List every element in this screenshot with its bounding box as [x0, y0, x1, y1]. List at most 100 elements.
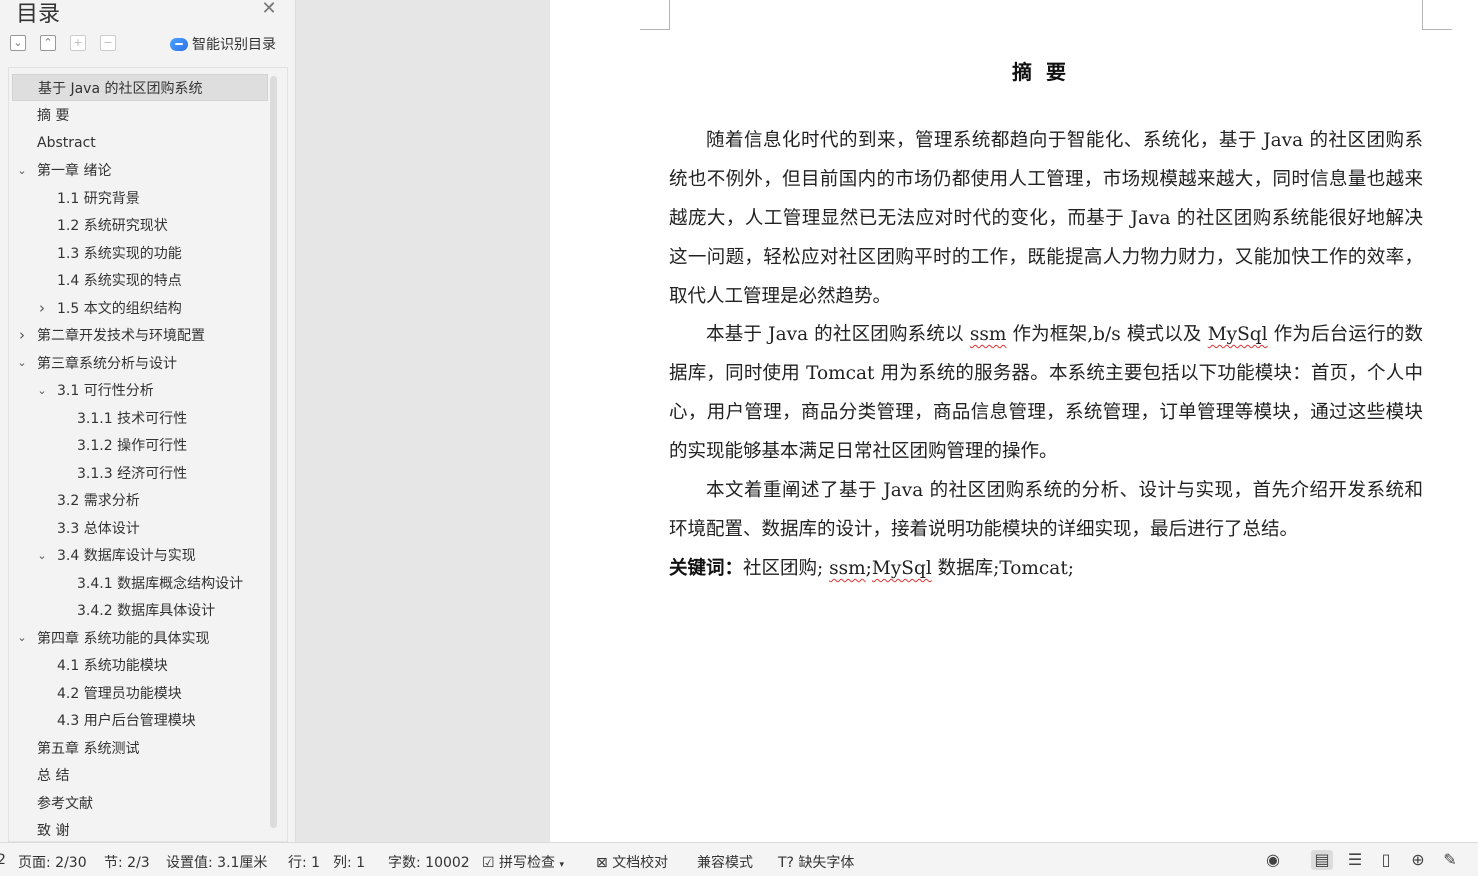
- toc-item-label: 第四章 系统功能的具体实现: [37, 630, 210, 647]
- toc-item-label: 3.1.2 操作可行性: [77, 438, 188, 454]
- smart-toc-label: 智能识别目录: [192, 37, 276, 53]
- toc-item-label: 3.4.2 数据库具体设计: [77, 603, 216, 619]
- toc-item[interactable]: 3.4.1 数据库概念结构设计: [12, 569, 268, 596]
- toc-item-label: 第一章 绪论: [37, 163, 112, 179]
- toc-item[interactable]: ⌄ 第四章 系统功能的具体实现: [12, 624, 268, 651]
- toc-item[interactable]: 1.3 系统实现的功能: [12, 239, 268, 266]
- spellcheck-flagged-word: ssm: [829, 558, 866, 579]
- toc-item-label: 3.4 数据库设计与实现: [57, 548, 196, 564]
- reading-view-icon[interactable]: ▯: [1375, 850, 1397, 870]
- chevron-right-icon[interactable]: ›: [36, 299, 48, 317]
- toc-scrollbar[interactable]: [270, 76, 277, 828]
- spell-check-icon: ☑: [482, 855, 495, 871]
- toc-list: 基于 Java 的社区团购系统摘 要 Abstract ⌄ 第一章 绪论 1.1 研究背…: [8, 67, 288, 842]
- chevron-down-icon[interactable]: ⌄: [16, 164, 28, 177]
- toc-item[interactable]: 1.4 系统实现的特点: [12, 267, 268, 294]
- toc-item-label: 基于 Java 的社区团购系统: [38, 80, 203, 97]
- toc-item-label: 第二章开发技术与环境配置: [37, 328, 205, 344]
- toc-item[interactable]: 基于 Java 的社区团购系统: [12, 74, 268, 101]
- toc-item[interactable]: 致 谢: [12, 817, 268, 844]
- toc-item[interactable]: › 第二章开发技术与环境配置: [12, 322, 268, 349]
- smart-toc-button[interactable]: 智能识别目录: [170, 33, 276, 55]
- toc-item[interactable]: › 1.5 本文的组织结构: [12, 294, 268, 321]
- collapse-all-icon[interactable]: ⌃: [40, 35, 56, 51]
- toc-item-label: 3.1.1 技术可行性: [77, 410, 188, 427]
- toc-item[interactable]: 4.2 管理员功能模块: [12, 679, 268, 706]
- chevron-down-icon[interactable]: ⌄: [16, 356, 28, 369]
- page-view-icon[interactable]: ▤: [1311, 850, 1333, 870]
- toc-item[interactable]: ⌄ 3.1 可行性分析: [12, 377, 268, 404]
- keywords-label: 关键词：: [669, 558, 744, 579]
- toc-item[interactable]: 摘 要: [12, 102, 268, 129]
- toc-item[interactable]: 第五章 系统测试: [12, 734, 268, 761]
- doc-proof-icon: ⊠: [596, 855, 608, 871]
- expand-all-icon[interactable]: ⌄: [10, 35, 26, 51]
- toc-item[interactable]: ⌄ 第三章系统分析与设计: [12, 349, 268, 376]
- chevron-down-icon[interactable]: ⌄: [36, 384, 48, 397]
- toc-item[interactable]: 3.1.3 经济可行性: [12, 459, 268, 486]
- text-run: 作为框架,b/s 模式以及: [1006, 324, 1208, 345]
- text-run: 数据库;Tomcat;: [931, 558, 1074, 579]
- toc-item-label: 4.3 用户后台管理模块: [57, 713, 196, 729]
- toc-item[interactable]: 3.3 总体设计: [12, 514, 268, 541]
- keywords-values: 社区团购; ssm;MySql 数据库;Tomcat;: [743, 558, 1074, 579]
- status-row[interactable]: 行: 1: [288, 852, 320, 872]
- compat-mode-label[interactable]: 兼容模式: [697, 852, 753, 872]
- toc-item-label: 总 结: [37, 768, 70, 784]
- eye-protection-icon[interactable]: ◉: [1262, 850, 1284, 870]
- toc-item-label: 3.4.1 数据库概念结构设计: [77, 575, 244, 592]
- chevron-down-icon[interactable]: ⌄: [16, 631, 28, 644]
- toc-item[interactable]: Abstract: [12, 129, 268, 156]
- toc-item[interactable]: 4.3 用户后台管理模块: [12, 707, 268, 734]
- toc-item[interactable]: 4.1 系统功能模块: [12, 652, 268, 679]
- toc-item-label: 第五章 系统测试: [37, 740, 140, 757]
- close-icon[interactable]: ✕: [260, 0, 278, 18]
- toc-item[interactable]: 3.2 需求分析: [12, 487, 268, 514]
- toc-item-label: 1.1 研究背景: [57, 190, 140, 207]
- status-edge-mark: 2: [0, 852, 6, 868]
- doc-proof-button[interactable]: ⊠ 文档校对: [596, 852, 668, 872]
- toc-item-label: 1.2 系统研究现状: [57, 218, 168, 234]
- toc-item-label: 1.3 系统实现的功能: [57, 245, 182, 262]
- add-level-icon[interactable]: +: [70, 35, 86, 51]
- toc-item[interactable]: 1.2 系统研究现状: [12, 212, 268, 239]
- missing-font-button[interactable]: T? 缺失字体: [778, 852, 854, 872]
- status-bar: 2 页面: 2/30 节: 2/3 设置值: 3.1厘米 行: 1 列: 1 字…: [0, 842, 1478, 876]
- toc-panel: 目录 ✕ ⌄ ⌃ + − 智能识别目录 基于 Java 的社区团购系统摘 要 Ab…: [0, 0, 296, 842]
- toc-item[interactable]: 总 结: [12, 762, 268, 789]
- status-section[interactable]: 节: 2/3: [104, 852, 150, 872]
- status-page[interactable]: 页面: 2/30: [18, 852, 87, 872]
- doc-proof-label: 文档校对: [612, 855, 669, 871]
- toc-item[interactable]: 3.1.1 技术可行性: [12, 404, 268, 431]
- toc-item-label: 3.1.3 经济可行性: [77, 465, 188, 482]
- smart-toc-icon: [170, 37, 188, 51]
- document-page[interactable]: 摘要 随着信息化时代的到来，管理系统都趋向于智能化、系统化，基于 Java 的社…: [550, 0, 1478, 842]
- chevron-right-icon[interactable]: ›: [16, 326, 28, 344]
- toc-item[interactable]: 1.1 研究背景: [12, 184, 268, 211]
- toc-item-label: 4.2 管理员功能模块: [57, 685, 182, 702]
- toc-item-label: 3.3 总体设计: [57, 520, 140, 537]
- toc-item[interactable]: ⌄ 第一章 绪论: [12, 157, 268, 184]
- chevron-down-icon[interactable]: ⌄: [36, 549, 48, 562]
- edit-pen-icon[interactable]: ✎: [1439, 850, 1461, 870]
- text-run: 随着信息化时代的到来，管理系统都趋向于智能化、系统化，基于 Java 的社区团购…: [669, 130, 1423, 307]
- toc-item[interactable]: 3.1.2 操作可行性: [12, 432, 268, 459]
- toc-item-label: 1.4 系统实现的特点: [57, 273, 182, 289]
- missing-font-label: 缺失字体: [798, 855, 855, 871]
- status-col[interactable]: 列: 1: [333, 852, 365, 872]
- status-setting[interactable]: 设置值: 3.1厘米: [166, 852, 267, 872]
- outline-view-icon[interactable]: ☰: [1344, 850, 1366, 870]
- toc-item[interactable]: 3.4.2 数据库具体设计: [12, 597, 268, 624]
- spell-check-button[interactable]: ☑ 拼写检查 ▾: [482, 852, 564, 872]
- remove-level-icon[interactable]: −: [100, 35, 116, 51]
- toc-item-label: 1.5 本文的组织结构: [57, 300, 182, 317]
- chevron-down-icon: ▾: [559, 860, 564, 870]
- margin-corner-right: [1422, 0, 1452, 30]
- web-view-icon[interactable]: ⊕: [1407, 850, 1429, 870]
- doc-title: 摘要: [1012, 60, 1080, 84]
- toc-item[interactable]: 参考文献: [12, 789, 268, 816]
- toc-item-label: 摘 要: [37, 108, 70, 124]
- status-word-count[interactable]: 字数: 10002: [388, 852, 470, 872]
- toc-item[interactable]: ⌄ 3.4 数据库设计与实现: [12, 542, 268, 569]
- spell-check-label: 拼写检查: [499, 855, 556, 871]
